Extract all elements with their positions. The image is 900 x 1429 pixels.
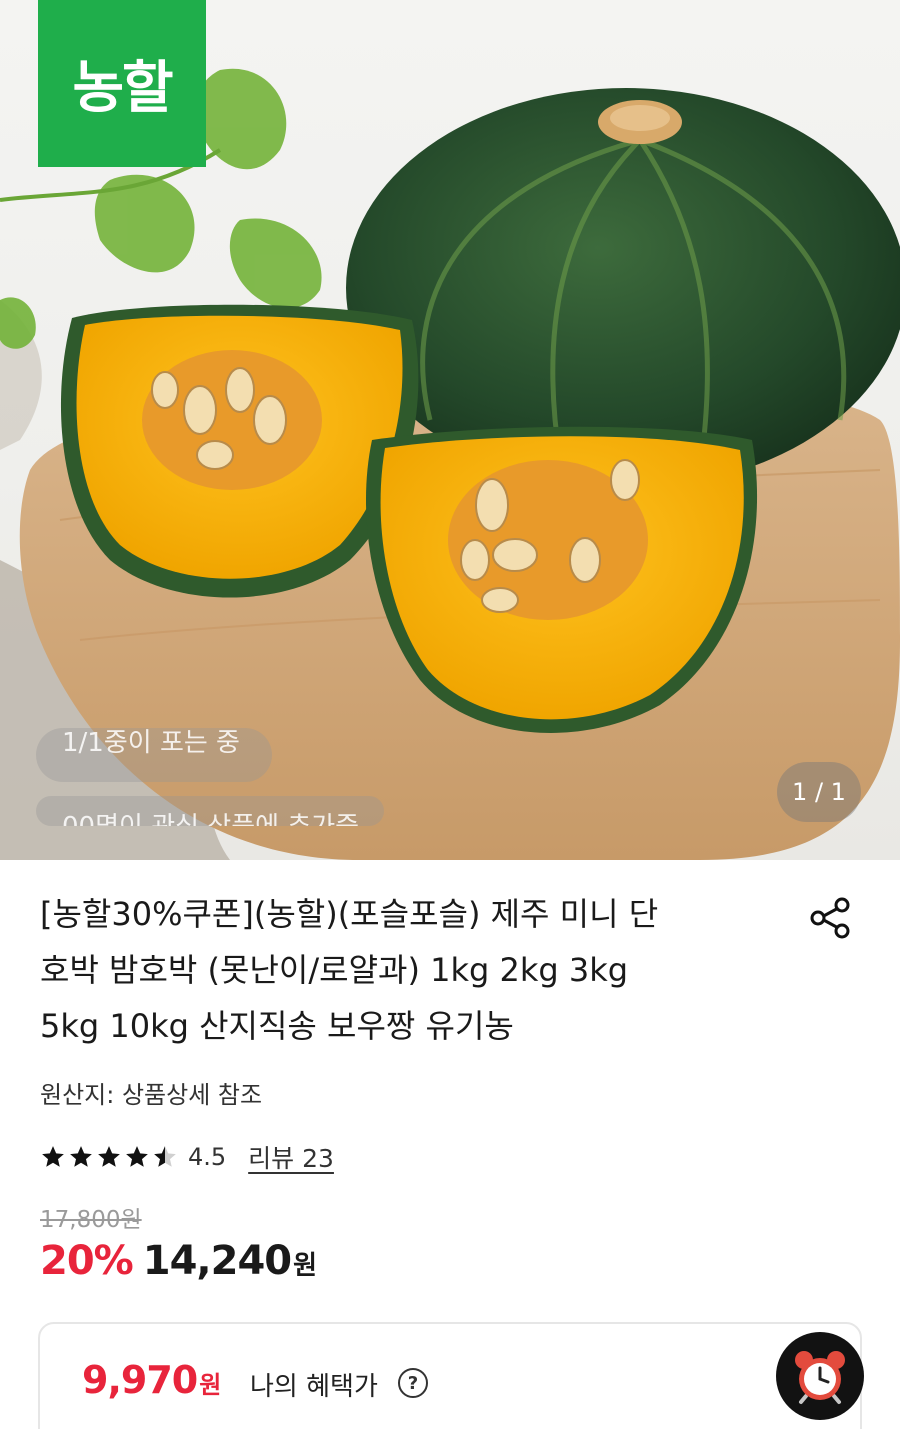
- discount-rate: 20%: [40, 1238, 134, 1284]
- overlay-badge: 00명이 관심 상품에 추가중: [36, 796, 384, 826]
- share-icon: [810, 897, 850, 939]
- benefit-currency: 원: [199, 1371, 222, 1399]
- rating-row: 4.5 리뷰 23: [40, 1137, 334, 1177]
- star-icon: [70, 1146, 92, 1167]
- benefit-price: 9,970 원: [82, 1358, 221, 1402]
- overlay-badge-text: 00명이 관심 상품에 추가중: [62, 806, 359, 826]
- rating-value: 4.5: [188, 1143, 227, 1171]
- star-icon: [126, 1146, 148, 1167]
- sale-price: 14,240: [142, 1238, 292, 1284]
- benefit-price-value: 9,970: [82, 1358, 198, 1402]
- benefit-price-box: 9,970 원 나의 혜택가 ?: [38, 1322, 864, 1429]
- star-icon: [154, 1146, 176, 1167]
- star-icon: [42, 1146, 64, 1167]
- product-title-line: 호박 밤호박 (못난이/로얄과) 1kg 2kg 3kg: [40, 951, 629, 989]
- alarm-button[interactable]: [776, 1332, 864, 1420]
- product-image-carousel[interactable]: 농할 1/1중이 포는 중 00명이 관심 상품에 추가중 1 / 1: [0, 0, 900, 860]
- alarm-clock-icon: [795, 1351, 845, 1404]
- currency-unit: 원: [293, 1251, 318, 1281]
- origin-info: 원산지: 상품상세 참조: [40, 1081, 263, 1109]
- question-circle-icon[interactable]: ?: [398, 1368, 428, 1398]
- benefit-label: 나의 혜택가: [250, 1372, 378, 1402]
- product-title: [농할30%쿠폰](농할)(포슬포슬) 제주 미니 단 호박 밤호박 (못난이/…: [40, 886, 780, 1054]
- price-row: 20% 14,240 원: [40, 1238, 317, 1284]
- star-icon: [98, 1146, 120, 1167]
- product-title-line: 5kg 10kg 산지직송 보우짱 유기농: [40, 1007, 514, 1045]
- share-button[interactable]: [806, 893, 856, 943]
- overlay-badge-text: 1/1중이 포는 중: [62, 728, 240, 758]
- review-link[interactable]: 리뷰 23: [248, 1139, 334, 1175]
- brand-logo: 농할: [38, 0, 206, 167]
- product-title-line: [농할30%쿠폰](농할)(포슬포슬) 제주 미니 단: [40, 895, 659, 933]
- image-counter: 1 / 1: [777, 762, 861, 822]
- star-rating: [40, 1144, 178, 1170]
- original-price: 17,800원: [40, 1207, 142, 1233]
- overlay-badge: 1/1중이 포는 중: [36, 728, 272, 782]
